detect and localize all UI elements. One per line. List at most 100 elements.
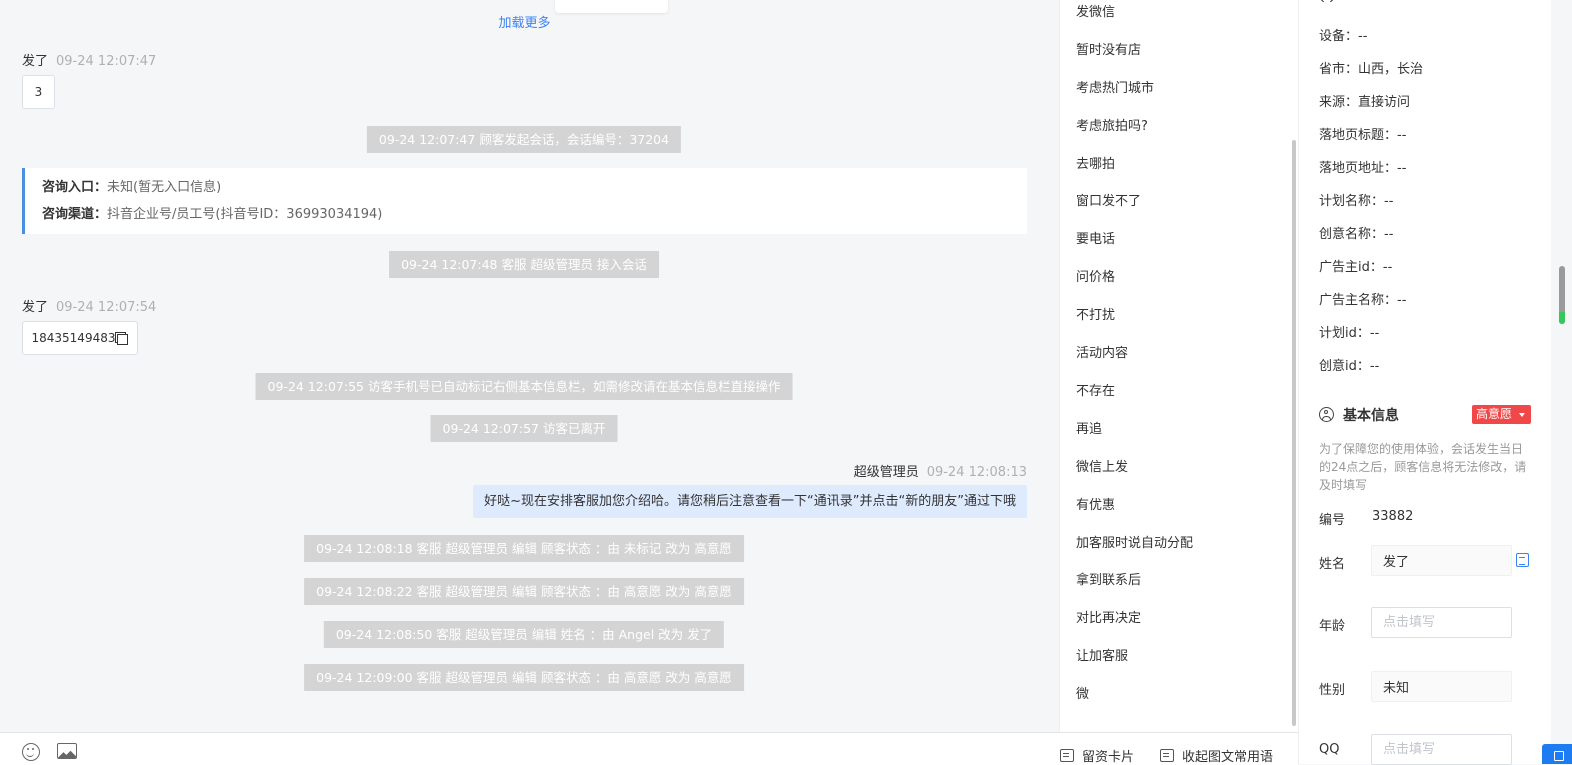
message-text: 3 [34, 85, 43, 99]
quick-phrases-panel: 发微信 暂时没有店 考虑热门城市 考虑旅拍吗? 去哪拍 窗口发不了 要电话 问价… [1059, 0, 1299, 732]
agent-time: 09-24 12:08:13 [926, 465, 1027, 480]
system-message: 09-24 12:09:00 客服 超级管理员 编辑 顾客状态 ：由 高意愿 改… [304, 664, 744, 691]
emoji-icon[interactable] [22, 743, 40, 761]
phrase-item[interactable]: 考虑热门城市 [1076, 77, 1154, 96]
field-label: 省市： [1319, 62, 1359, 77]
gender-label: 性别 [1319, 683, 1346, 698]
message-bubble: 3 [22, 75, 55, 109]
phrase-item[interactable]: 让加客服 [1076, 645, 1128, 664]
field-value: -- [1382, 260, 1393, 275]
field-label: 计划名称： [1319, 194, 1385, 209]
agent-meta: 超级管理员 09-24 12:08:13 [854, 461, 1027, 480]
field-value: -- [1369, 359, 1380, 374]
input-toolbar: 留资卡片 收起图文常用语 [0, 732, 1298, 765]
qq-input[interactable] [1371, 734, 1512, 765]
region-field: 省市：山西，长治 [1319, 58, 1423, 77]
phrase-item[interactable]: 微信上发 [1076, 456, 1128, 475]
phrase-item[interactable]: 暂时没有店 [1076, 39, 1141, 58]
message-text: 18435149483 [31, 331, 116, 345]
message-icon [1160, 749, 1174, 762]
phrases-scrollbar[interactable] [1292, 140, 1296, 726]
advertiser-id-field: 广告主id：-- [1319, 256, 1392, 275]
creative-id-field: 创意id：-- [1319, 355, 1379, 374]
system-message: 09-24 12:08:22 客服 超级管理员 编辑 顾客状态 ：由 高意愿 改… [304, 578, 744, 605]
copy-icon[interactable] [117, 333, 129, 345]
qq-label: QQ [1319, 742, 1340, 757]
image-icon[interactable] [57, 743, 77, 759]
phrase-item[interactable]: 微 [1076, 683, 1089, 702]
lead-card-button[interactable]: 留资卡片 [1060, 746, 1134, 765]
plan-id-field: 计划id：-- [1319, 322, 1379, 341]
lead-card-label: 留资卡片 [1082, 750, 1135, 765]
field-value: -- [1358, 29, 1368, 44]
phrase-item[interactable]: 不打扰 [1076, 304, 1115, 323]
field-value: 山西，长治 [1358, 62, 1424, 77]
field-label: 计划id： [1319, 326, 1370, 341]
source-field: 来源：直接访问 [1319, 91, 1410, 110]
field-label: 落地页标题： [1319, 128, 1398, 143]
consult-entry-card: 咨询入口：未知(暂无入口信息) 咨询渠道：抖音企业号/员工号(抖音号ID：369… [22, 168, 1027, 234]
phrase-item[interactable]: 不存在 [1076, 380, 1115, 399]
field-label: 创意名称： [1319, 227, 1385, 242]
basic-info-title: 基本信息 [1343, 408, 1399, 424]
age-input[interactable] [1371, 607, 1512, 638]
system-message: 09-24 12:07:47 顾客发起会话，会话编号：37204 [366, 126, 682, 153]
channel-value: 抖音企业号/员工号(抖音号ID：36993034194) [107, 207, 383, 222]
phrase-item[interactable]: 考虑旅拍吗? [1076, 115, 1148, 134]
chat-area: 加载更多 发了 09-24 12:07:47 3 09-24 12:07:47 顾… [0, 0, 1059, 764]
field-value: -- [1384, 194, 1394, 209]
name-input[interactable] [1371, 545, 1512, 576]
id-label: 编号 [1319, 513, 1346, 528]
phrase-item[interactable]: 发微信 [1076, 1, 1115, 20]
visitor-info-panel: 设备：-- 省市：山西，长治 来源：直接访问 落地页标题：-- 落地页地址：--… [1298, 0, 1551, 765]
copy-icon[interactable] [1516, 553, 1529, 567]
field-label: 设备： [1319, 29, 1359, 44]
landing-title-field: 落地页标题：-- [1319, 124, 1406, 143]
sender-name: 发了 [22, 300, 49, 315]
channel-row: 咨询渠道：抖音企业号/员工号(抖音号ID：36993034194) [42, 205, 1010, 232]
system-message: 09-24 12:08:18 客服 超级管理员 编辑 顾客状态 ：由 未标记 改… [304, 535, 744, 562]
field-value: -- [1369, 326, 1380, 341]
field-value: -- [1397, 293, 1407, 308]
field-label: 广告主名称： [1319, 293, 1398, 308]
system-message: 09-24 12:07:48 客服 超级管理员 接入会话 [389, 251, 659, 278]
phrase-item[interactable]: 拿到联系后 [1076, 569, 1141, 588]
load-more-link[interactable]: 加载更多 [0, 12, 1049, 31]
sender-name: 发了 [22, 54, 49, 69]
phrase-item[interactable]: 问价格 [1076, 266, 1115, 285]
name-label: 姓名 [1319, 557, 1346, 572]
phrase-item[interactable]: 活动内容 [1076, 342, 1128, 361]
channel-label: 咨询渠道： [42, 207, 108, 222]
phrase-item[interactable]: 有优惠 [1076, 494, 1115, 513]
plan-name-field: 计划名称：-- [1319, 190, 1393, 209]
entry-value: 未知(暂无入口信息) [107, 180, 222, 195]
message-bubble: 18435149483 [22, 321, 138, 355]
basic-info-heading: 基本信息 [1319, 405, 1399, 425]
field-label: 创意id： [1319, 359, 1370, 374]
agent-message-bubble: 好哒~现在安排客服加您介绍哈。请您稍后注意查看一下“通讯录”并点击“新的朋友”通… [473, 485, 1027, 518]
field-value: -- [1397, 128, 1407, 143]
message-time: 09-24 12:07:47 [56, 54, 157, 69]
phrase-item[interactable]: 再追 [1076, 418, 1102, 437]
edit-hint: 为了保障您的使用体验，会话发生当日的24点之后，顾客信息将无法修改，请及时填写 [1319, 442, 1527, 492]
field-label: 落地页地址： [1319, 161, 1398, 176]
phrase-item[interactable]: 要电话 [1076, 228, 1115, 247]
intent-status-dropdown[interactable]: 高意愿 [1472, 405, 1531, 424]
gender-select[interactable] [1371, 671, 1512, 702]
age-label: 年龄 [1319, 619, 1346, 634]
window-icon[interactable] [1542, 744, 1572, 764]
field-value: -- [1384, 227, 1394, 242]
phrase-item[interactable]: 加客服时说自动分配 [1076, 532, 1193, 551]
phrase-item[interactable]: 对比再决定 [1076, 607, 1141, 626]
field-value: 直接访问 [1358, 95, 1411, 110]
collapse-phrases-button[interactable]: 收起图文常用语 [1160, 746, 1273, 765]
device-field: 设备：-- [1319, 25, 1367, 44]
phrase-item[interactable]: 去哪拍 [1076, 153, 1115, 172]
phrase-item[interactable]: 窗口发不了 [1076, 190, 1141, 209]
message-meta: 发了 09-24 12:07:47 [22, 50, 156, 69]
field-label: 来源： [1319, 95, 1359, 110]
message-meta: 发了 09-24 12:07:54 [22, 296, 156, 315]
landing-url-field: 落地页地址：-- [1319, 157, 1406, 176]
field-label: 广告主id： [1319, 260, 1383, 275]
panel-scrollbar[interactable] [1559, 266, 1565, 324]
